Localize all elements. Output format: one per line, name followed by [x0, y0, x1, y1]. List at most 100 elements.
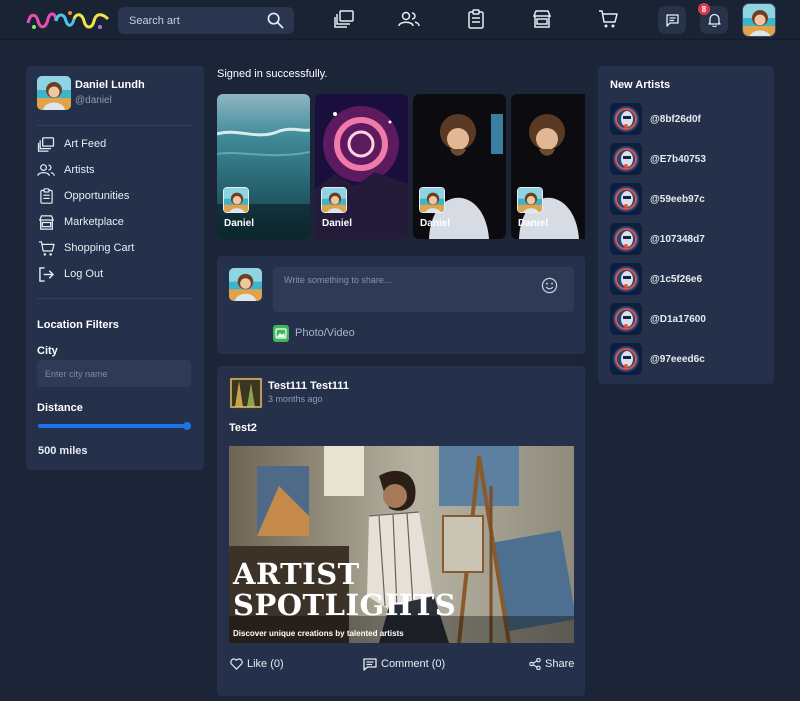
search-input[interactable]	[118, 7, 258, 34]
artist-avatar	[610, 103, 642, 135]
store-icon	[37, 214, 55, 230]
headline-line-1: ARTIST	[233, 557, 360, 591]
artist-handle: @59eeb97c	[650, 193, 705, 205]
story-avatar	[223, 187, 249, 213]
sidebar-item-shopping-cart[interactable]: Shopping Cart	[37, 239, 192, 257]
divider	[37, 298, 192, 299]
nav-artists-icon[interactable]	[398, 9, 420, 29]
sidebar-item-label: Marketplace	[64, 216, 124, 228]
post-author-avatar[interactable]	[229, 377, 263, 409]
nav-marketplace-icon[interactable]	[531, 9, 553, 29]
city-input[interactable]	[37, 360, 191, 387]
user-avatar[interactable]	[742, 3, 776, 37]
search-icon[interactable]	[267, 12, 284, 29]
messages-button[interactable]	[658, 6, 686, 34]
heart-icon	[230, 658, 243, 670]
share-label: Share	[545, 658, 575, 670]
sidebar-item-label: Opportunities	[64, 190, 130, 202]
story-name: Daniel	[322, 218, 353, 229]
artist-avatar	[610, 303, 642, 335]
bell-icon	[707, 13, 721, 27]
distance-slider-handle[interactable]	[183, 422, 191, 430]
story-name: Daniel	[518, 218, 549, 229]
sidebar-item-marketplace[interactable]: Marketplace	[37, 213, 192, 231]
story-avatar	[321, 187, 347, 213]
artist-item[interactable]: @107348d7	[610, 223, 760, 255]
headline-line-2: SPOTLIGHTS	[233, 588, 457, 622]
post-image-headline: ARTIST SPOTLIGHTS	[233, 559, 456, 621]
post-composer: Photo/Video	[217, 256, 585, 354]
story-card[interactable]: Daniel	[217, 94, 310, 239]
artist-avatar	[610, 343, 642, 375]
emoji-icon[interactable]	[541, 277, 558, 294]
cart-icon	[37, 240, 55, 256]
story-avatar	[517, 187, 543, 213]
artist-item[interactable]: @1c5f26e6	[610, 263, 760, 295]
profile-handle: @daniel	[75, 95, 112, 106]
brand-logo[interactable]	[26, 9, 110, 31]
story-card[interactable]: Daniel	[315, 94, 408, 239]
post-text: Test2	[229, 422, 257, 434]
post-image[interactable]: ARTIST SPOTLIGHTS Discover unique creatio…	[229, 446, 574, 643]
divider	[37, 125, 192, 126]
like-label: Like (0)	[247, 658, 284, 670]
sidebar-item-art-feed[interactable]: Art Feed	[37, 135, 192, 153]
story-avatar	[419, 187, 445, 213]
logout-icon	[37, 266, 55, 282]
sidebar-item-label: Art Feed	[64, 138, 107, 150]
photo-video-button[interactable]: Photo/Video	[273, 324, 355, 342]
profile-avatar[interactable]	[37, 76, 71, 110]
clipboard-icon	[37, 188, 55, 204]
artist-handle: @8bf26d0f	[650, 113, 701, 125]
sidebar-item-opportunities[interactable]: Opportunities	[37, 187, 192, 205]
artist-avatar	[610, 183, 642, 215]
artist-item[interactable]: @59eeb97c	[610, 183, 760, 215]
distance-value: 500 miles	[38, 445, 88, 457]
composer-avatar	[229, 268, 262, 301]
artist-handle: @E7b40753	[650, 153, 706, 165]
sidebar-item-label: Shopping Cart	[64, 242, 135, 254]
artist-item[interactable]: @E7b40753	[610, 143, 760, 175]
comment-button[interactable]: Comment (0)	[363, 656, 445, 672]
sidebar-item-label: Artists	[64, 164, 95, 176]
artist-item[interactable]: @97eeed6c	[610, 343, 760, 375]
post-image-tagline: Discover unique creations by talented ar…	[233, 629, 404, 638]
post-textarea[interactable]	[273, 267, 574, 312]
notification-badge: 8	[698, 3, 710, 15]
story-name: Daniel	[224, 218, 255, 229]
nav-opportunities-icon[interactable]	[465, 9, 487, 29]
city-label: City	[37, 345, 58, 357]
story-card[interactable]: Daniel	[413, 94, 506, 239]
post-timestamp: 3 months ago	[268, 394, 323, 404]
post-author-name[interactable]: Test111 Test111	[268, 380, 349, 392]
status-message: Signed in successfully.	[217, 68, 328, 80]
message-icon	[665, 13, 679, 27]
nav-art-feed-icon[interactable]	[333, 9, 355, 29]
artist-avatar	[610, 143, 642, 175]
artist-handle: @D1a17600	[650, 313, 706, 325]
artist-item[interactable]: @8bf26d0f	[610, 103, 760, 135]
nav-cart-icon[interactable]	[597, 9, 619, 29]
location-filters-title: Location Filters	[37, 319, 119, 331]
photo-video-icon	[273, 324, 289, 342]
artist-avatar	[610, 223, 642, 255]
distance-slider[interactable]	[38, 424, 191, 428]
artist-handle: @97eeed6c	[650, 353, 705, 365]
photo-video-label: Photo/Video	[295, 327, 355, 339]
comment-icon	[363, 657, 377, 671]
artist-handle: @1c5f26e6	[650, 273, 703, 285]
share-button[interactable]: Share	[529, 656, 574, 672]
artist-handle: @107348d7	[650, 233, 705, 245]
distance-label: Distance	[37, 402, 83, 414]
profile-name[interactable]: Daniel Lundh	[75, 79, 145, 91]
story-name: Daniel	[420, 218, 451, 229]
notifications-button[interactable]: 8	[698, 3, 728, 34]
left-sidebar: Daniel Lundh @daniel Art Feed Artists Op…	[26, 66, 204, 470]
share-icon	[529, 658, 541, 670]
story-card[interactable]: Daniel	[511, 94, 585, 239]
artist-item[interactable]: @D1a17600	[610, 303, 760, 335]
sidebar-item-log-out[interactable]: Log Out	[37, 265, 192, 283]
search-bar	[118, 7, 294, 34]
like-button[interactable]: Like (0)	[230, 656, 284, 672]
sidebar-item-artists[interactable]: Artists	[37, 161, 192, 179]
